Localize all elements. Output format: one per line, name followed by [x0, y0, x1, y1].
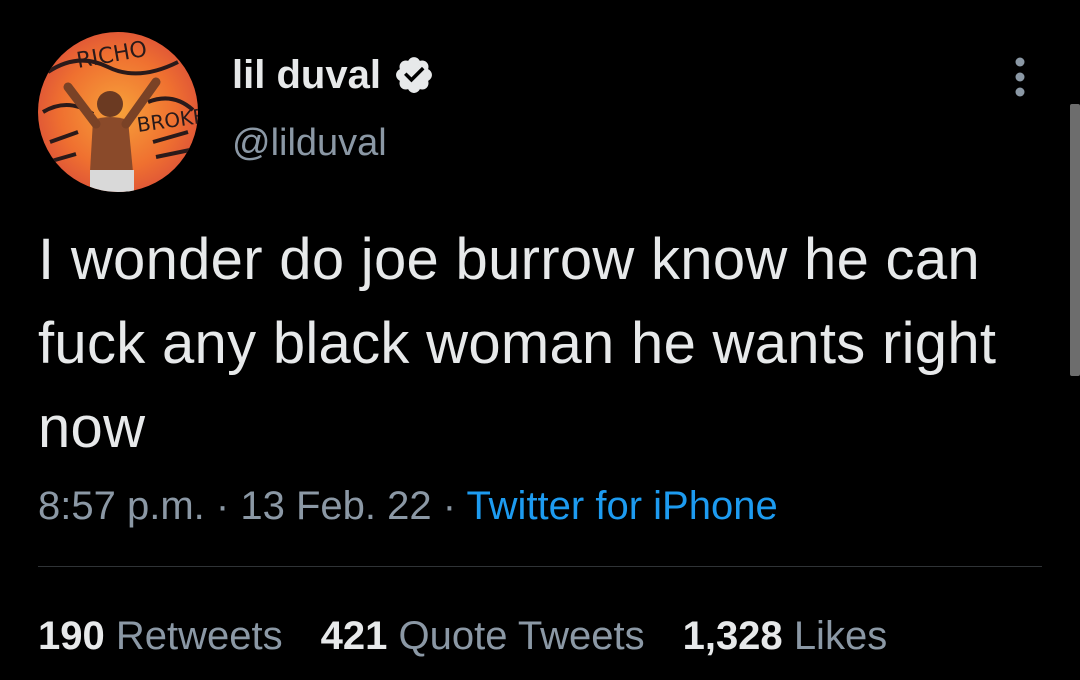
likes-count: 1,328: [682, 614, 783, 658]
quote-tweets-count: 421: [320, 614, 388, 658]
avatar[interactable]: RICHO BROKE: [38, 32, 198, 192]
avatar-image: RICHO BROKE: [38, 32, 198, 192]
meta-separator: ·: [442, 484, 457, 528]
meta-separator: ·: [215, 484, 230, 528]
tweet-source-link[interactable]: Twitter for iPhone: [466, 484, 777, 528]
more-vertical-icon[interactable]: [1000, 54, 1040, 100]
tweet-text: I wonder do joe burrow know he can fuck …: [38, 227, 997, 460]
author-name-row: lil duval: [232, 52, 435, 98]
likes-label: Likes: [793, 614, 888, 658]
display-name[interactable]: lil duval: [232, 52, 381, 98]
likes-stat[interactable]: 1,328 Likes: [683, 608, 888, 664]
quote-tweets-stat[interactable]: 421 Quote Tweets: [321, 608, 645, 664]
verified-badge-icon: [396, 57, 432, 93]
tweet: RICHO BROKE lil duval @lilduval I wonder…: [0, 0, 1080, 680]
quote-tweets-label: Quote Tweets: [398, 614, 645, 658]
scrollbar[interactable]: [1070, 104, 1080, 376]
engagement-stats: 190 Retweets 421 Quote Tweets 1,328 Like…: [38, 608, 925, 664]
divider: [38, 566, 1042, 567]
tweet-meta: 8:57 p.m. · 13 Feb. 22 · Twitter for iPh…: [38, 480, 778, 532]
tweet-time[interactable]: 8:57 p.m.: [38, 484, 205, 528]
tweet-date[interactable]: 13 Feb. 22: [240, 484, 431, 528]
retweets-count: 190: [38, 614, 105, 658]
retweets-label: Retweets: [115, 614, 283, 658]
retweets-stat[interactable]: 190 Retweets: [38, 608, 283, 664]
handle[interactable]: @lilduval: [232, 120, 387, 166]
